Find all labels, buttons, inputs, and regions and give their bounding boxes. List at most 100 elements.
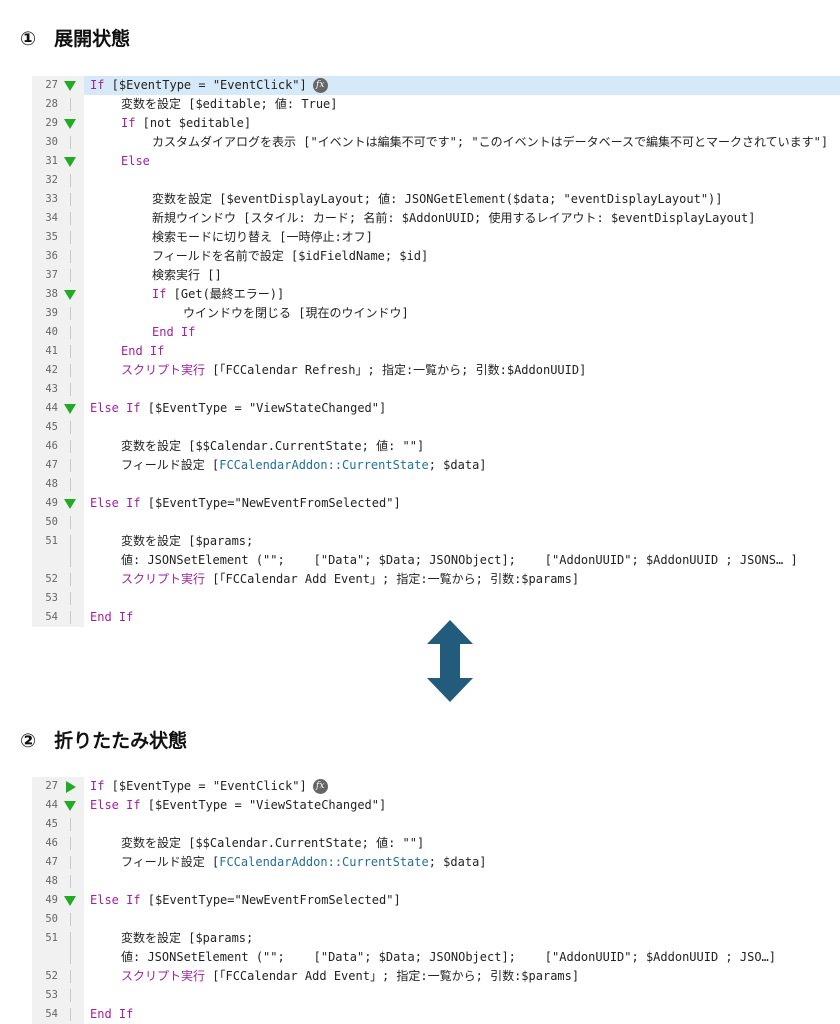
line-number: 53 <box>45 989 58 1001</box>
fold-guide <box>70 421 71 434</box>
script-line[interactable]: 28 変数を設定 [$editable; 値: True] <box>32 95 840 114</box>
script-line[interactable]: 50 <box>32 910 840 929</box>
fold-guide <box>70 364 71 377</box>
line-number: 38 <box>45 288 58 300</box>
script-line[interactable]: 45 <box>32 815 840 834</box>
script-line[interactable]: 47 フィールド設定 [FCCalendarAddon::CurrentState… <box>32 456 840 475</box>
fold-guide <box>70 231 71 244</box>
expanded-triangle-icon[interactable] <box>64 896 76 906</box>
code-text: 変数を設定 [$params; <box>121 929 253 948</box>
script-line[interactable]: 51 変数を設定 [$params; 値: JSONSetElement (""; … <box>32 532 840 570</box>
fold-guide <box>70 913 71 926</box>
code-text: Else If [$EventType = "ViewStateChanged"… <box>90 796 386 815</box>
code-segment: [「FCCalendar Add Event」; 指定:一覧から; 引数:$pa… <box>205 572 580 586</box>
script-line[interactable]: 35 検索モードに切り替え [一時停止:オフ] <box>32 228 840 247</box>
line-number: 36 <box>45 250 58 262</box>
code-text: If [$EventType = "EventClick"] fx <box>90 777 328 796</box>
script-line[interactable]: 36 フィールドを名前で設定 [$idFieldName; $id] <box>32 247 840 266</box>
code-segment: [「FCCalendar Refresh」; 指定:一覧から; 引数:$Addo… <box>205 363 587 377</box>
keyword: スクリプト実行 <box>121 572 206 586</box>
script-line[interactable]: 30 カスタムダイアログを表示 ["イベントは編集不可です"; "このイベントはデ… <box>32 133 840 152</box>
script-line[interactable]: 47 フィールド設定 [FCCalendarAddon::CurrentState… <box>32 853 840 872</box>
code-text: 変数を設定 [$params; <box>121 532 253 551</box>
script-line[interactable]: 53 <box>32 589 840 608</box>
code-segment: フィールド設定 [ <box>121 855 220 869</box>
script-line[interactable]: 53 <box>32 986 840 1005</box>
code-text: 変数を設定 [$eventDisplayLayout; 値: JSONGetEl… <box>152 190 723 209</box>
expanded-triangle-icon[interactable] <box>64 290 76 300</box>
script-line[interactable]: 42 スクリプト実行 [「FCCalendar Refresh」; 指定:一覧から… <box>32 361 840 380</box>
script-line[interactable]: 32 <box>32 171 840 190</box>
keyword: スクリプト実行 <box>121 363 206 377</box>
line-number: 39 <box>45 307 58 319</box>
line-number: 42 <box>45 364 58 376</box>
script-line[interactable]: 27 If [$EventType = "EventClick"] fx <box>32 777 840 796</box>
keyword: If <box>90 78 105 92</box>
code-text: Else <box>121 152 150 171</box>
line-number: 53 <box>45 592 58 604</box>
double-arrow-icon <box>427 620 473 702</box>
keyword: Else <box>121 154 150 168</box>
line-number: 50 <box>45 516 58 528</box>
line-number: 32 <box>45 174 58 186</box>
script-line[interactable]: 40 End If <box>32 323 840 342</box>
script-line[interactable]: 38 If [Get(最終エラー)] <box>32 285 840 304</box>
fold-guide <box>70 573 71 586</box>
expanded-triangle-icon[interactable] <box>64 81 76 91</box>
script-line[interactable]: 39 ウインドウを閉じる [現在のウインドウ] <box>32 304 840 323</box>
script-line[interactable]: 37 検索実行 [] <box>32 266 840 285</box>
fold-guide <box>70 875 71 888</box>
expanded-triangle-icon[interactable] <box>64 404 76 414</box>
script-line[interactable]: 44 Else If [$EventType = "ViewStateChange… <box>32 399 840 418</box>
keyword: If <box>90 779 105 793</box>
script-line[interactable]: 52 スクリプト実行 [「FCCalendar Add Event」; 指定:一覧… <box>32 967 840 986</box>
line-number: 47 <box>45 856 58 868</box>
line-number: 41 <box>45 345 58 357</box>
fold-guide <box>70 611 71 624</box>
code-text: End If <box>152 323 195 342</box>
fx-icon[interactable]: fx <box>312 779 328 794</box>
script-line[interactable]: 52 スクリプト実行 [「FCCalendar Add Event」; 指定:一覧… <box>32 570 840 589</box>
fx-icon[interactable]: fx <box>312 78 328 93</box>
expanded-triangle-icon[interactable] <box>64 801 76 811</box>
fold-guide <box>70 818 71 831</box>
code-text: 変数を設定 [$$Calendar.CurrentState; 値: ""] <box>121 834 424 853</box>
fold-guide <box>70 592 71 605</box>
code-text: If [$EventType = "EventClick"] fx <box>90 76 328 95</box>
line-number: 33 <box>45 193 58 205</box>
code-segment: フィールドを名前で設定 [$idFieldName; $id] <box>152 249 429 263</box>
script-line[interactable]: 48 <box>32 872 840 891</box>
script-line[interactable]: 51 変数を設定 [$params; 値: JSONSetElement (""; … <box>32 929 840 967</box>
expanded-triangle-icon[interactable] <box>64 157 76 167</box>
script-line[interactable]: 46 変数を設定 [$$Calendar.CurrentState; 値: ""] <box>32 437 840 456</box>
fold-guide <box>70 326 71 339</box>
fold-guide <box>70 307 71 320</box>
code-text: フィールド設定 [FCCalendarAddon::CurrentState; … <box>121 456 487 475</box>
script-line[interactable]: 49 Else If [$EventType="NewEventFromSelec… <box>32 891 840 910</box>
expanded-triangle-icon[interactable] <box>64 119 76 129</box>
script-line[interactable]: 33 変数を設定 [$eventDisplayLayout; 値: JSONGet… <box>32 190 840 209</box>
code-segment: [not $editable] <box>135 116 252 130</box>
script-line[interactable]: 45 <box>32 418 840 437</box>
script-line[interactable]: 31 Else <box>32 152 840 171</box>
fold-guide <box>70 989 71 1002</box>
code-segment: [$EventType = "EventClick"] <box>104 78 307 92</box>
code-segment: ; $data] <box>428 855 487 869</box>
expanded-triangle-icon[interactable] <box>64 499 76 509</box>
fold-guide <box>70 345 71 358</box>
script-line[interactable]: 49 Else If [$EventType="NewEventFromSelec… <box>32 494 840 513</box>
keyword: End If <box>121 344 165 358</box>
script-line[interactable]: 46 変数を設定 [$$Calendar.CurrentState; 値: ""] <box>32 834 840 853</box>
script-line[interactable]: 29 If [not $editable] <box>32 114 840 133</box>
script-line[interactable]: 43 <box>32 380 840 399</box>
code-text: フィールド設定 [FCCalendarAddon::CurrentState; … <box>121 853 487 872</box>
script-line[interactable]: 41 End If <box>32 342 840 361</box>
collapsed-triangle-icon[interactable] <box>66 781 76 793</box>
line-number: 27 <box>45 780 58 792</box>
script-line[interactable]: 44 Else If [$EventType = "ViewStateChange… <box>32 796 840 815</box>
script-line[interactable]: 54 End If <box>32 1005 840 1024</box>
script-line[interactable]: 50 <box>32 513 840 532</box>
script-line[interactable]: 48 <box>32 475 840 494</box>
script-line[interactable]: 27 If [$EventType = "EventClick"] fx <box>32 76 840 95</box>
script-line[interactable]: 34 新規ウインドウ [スタイル: カード; 名前: $AddonUUID; 使用… <box>32 209 840 228</box>
